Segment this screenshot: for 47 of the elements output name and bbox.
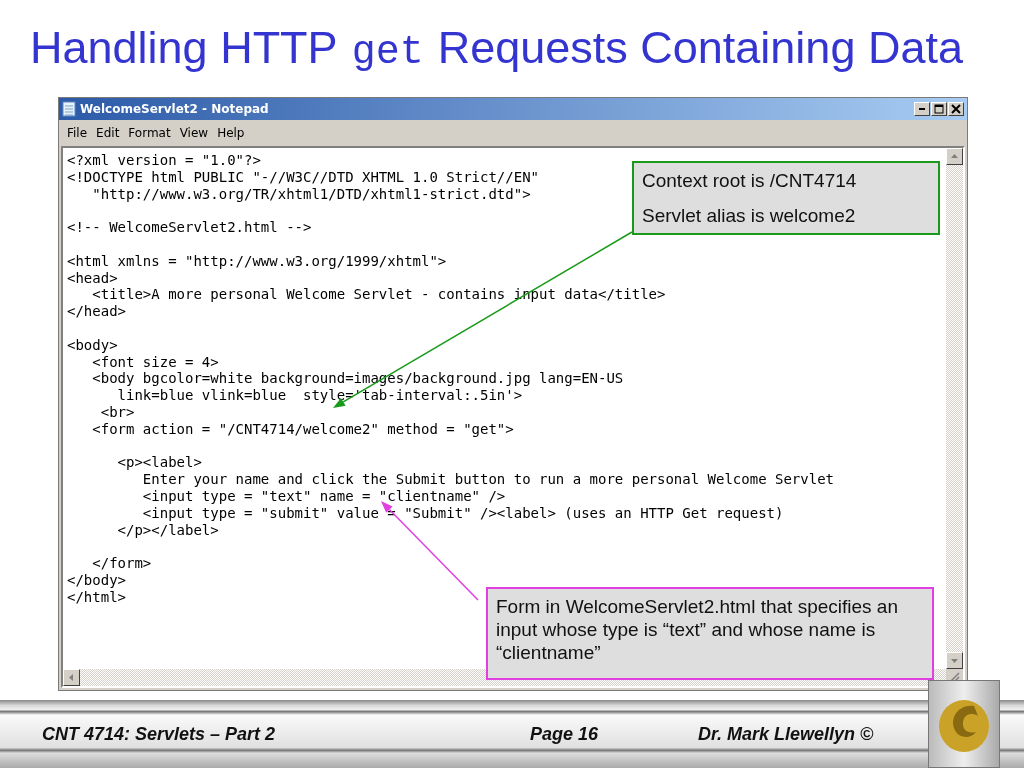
window-title: WelcomeServlet2 - Notepad (80, 102, 270, 116)
author-credit: Dr. Mark Llewellyn © (698, 723, 875, 745)
close-icon (951, 104, 961, 114)
code-line: "http://www.w3.org/TR/xhtml1/DTD/xhtml1-strict.dtd"> (91, 185, 531, 203)
menu-item[interactable]: File (67, 126, 88, 140)
page-number: Page 16 (530, 723, 600, 745)
code-line: </p></label> (116, 521, 219, 539)
code-line: </head> (67, 303, 126, 320)
callout-text: Servlet alias is welcome2 (642, 204, 857, 227)
code-line: </html> (67, 588, 126, 606)
triangle-arrow-icon (951, 657, 958, 664)
slide-title: Requests Containing Data (437, 22, 963, 74)
menu-item[interactable]: Edit (96, 126, 120, 140)
vertical-scrollbar[interactable] (946, 148, 963, 669)
code-line: <input type = "text" name = "clientname" /> (141, 487, 506, 505)
code-line: <html xmlns = "http://www.w3.org/1999/xhtml"> (67, 252, 447, 270)
maximize-icon (934, 104, 944, 114)
triangle-arrow-icon (951, 153, 958, 160)
code-line: <body> (67, 336, 118, 354)
slide-title: Handling HTTP (30, 22, 338, 74)
code-line: <?xml version = "1.0"?> (67, 152, 261, 169)
scroll-up-button[interactable] (946, 148, 963, 165)
course-title: CNT 4714: Servlets – Part 2 (42, 723, 277, 745)
menu-item[interactable]: Help (217, 126, 245, 140)
scroll-down-button[interactable] (946, 652, 963, 669)
code-line: <!DOCTYPE html PUBLIC "-//W3C//DTD XHTML 1.0 Strict//EN" (67, 168, 539, 186)
menu-item[interactable]: Format (128, 126, 171, 140)
code-line: <font size = 4> (91, 353, 219, 371)
code-line: <form action = "/CNT4714/welcome2" method = "get"> (91, 420, 514, 438)
callout-text: Form in WelcomeServlet2.html that specifies an input whose type is “text” and whose name is “clientname” (496, 595, 899, 664)
scroll-left-button[interactable] (63, 669, 80, 686)
code-line: <!-- WelcomeServlet2.html --> (67, 219, 312, 236)
code-line: <head> (67, 269, 118, 287)
menu-item[interactable]: View (179, 126, 209, 140)
triangle-arrow-icon (68, 674, 75, 681)
callout-text: Context root is /CNT4714 (642, 169, 858, 192)
title-code-word: get (351, 30, 424, 75)
minimize-icon (919, 108, 925, 110)
code-line: </form> (91, 555, 152, 572)
code-line: <br> (99, 403, 135, 421)
minimize-button[interactable] (914, 102, 930, 116)
maximize-button[interactable] (931, 102, 947, 116)
code-line: </body> (67, 571, 126, 589)
close-button[interactable] (948, 102, 964, 116)
notepad-icon (62, 101, 76, 117)
code-line: Enter your name and click the Submit button to run a more personal Welcome Servlet (141, 471, 834, 488)
code-line: <p><label> (116, 454, 202, 472)
